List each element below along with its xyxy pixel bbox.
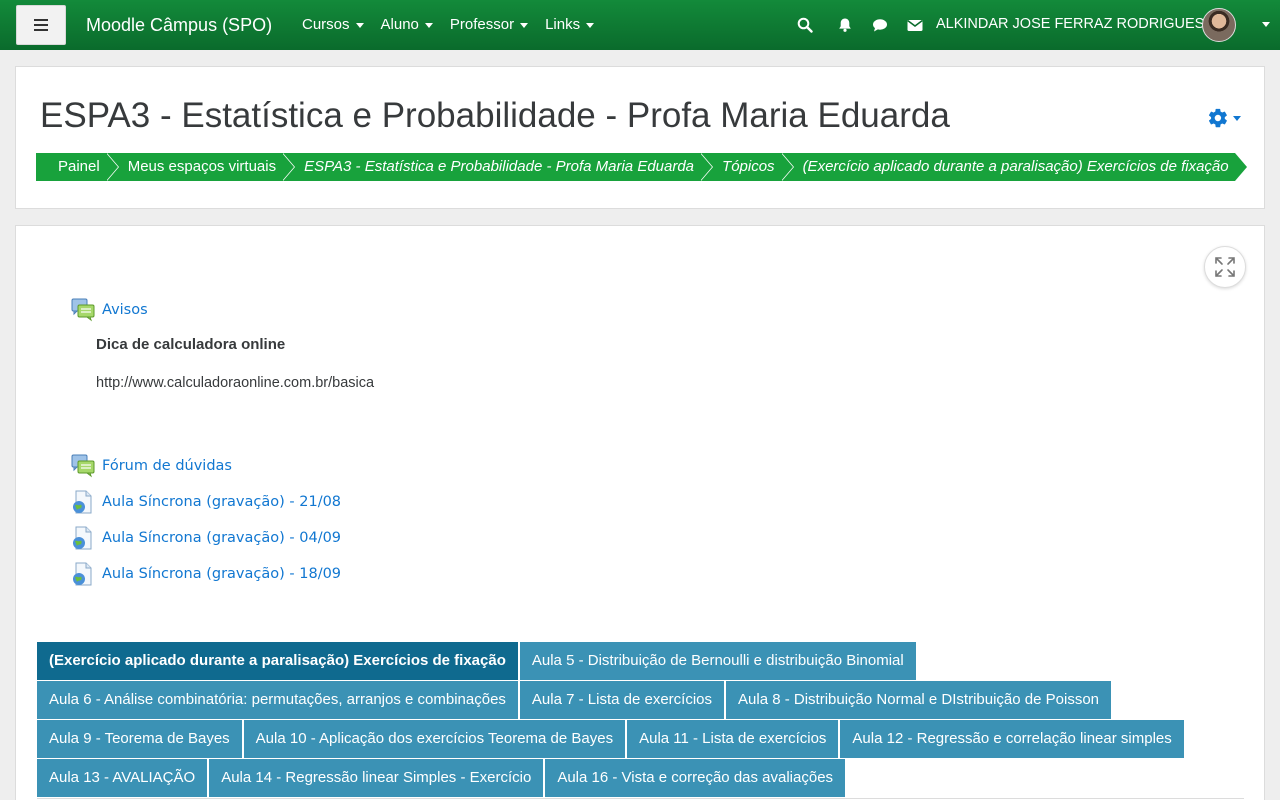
caret-down-icon (424, 22, 433, 28)
breadcrumb-item-painel[interactable]: Painel (36, 153, 119, 181)
tabs-divider (37, 798, 1244, 799)
tab-row: (Exercício aplicado durante a paralisaçã… (37, 642, 1247, 680)
course-content: Avisos Dica de calculadora online http:/… (15, 225, 1265, 800)
messages-bubble-icon[interactable] (871, 16, 889, 34)
avisos-link[interactable]: Avisos (102, 301, 148, 319)
forum-icon (71, 454, 95, 478)
section-tabs: (Exercício aplicado durante a paralisaçã… (37, 642, 1247, 798)
caret-down-icon (1233, 115, 1241, 121)
tab-row: Aula 13 - AVALIAÇÃO Aula 14 - Regressão … (37, 759, 1247, 797)
tab-section-aula-5[interactable]: Aula 5 - Distribuição de Bernoulli e dis… (519, 642, 916, 680)
top-navbar: Moodle Câmpus (SPO) Cursos Aluno Profess… (0, 0, 1280, 50)
tab-section-aula-16[interactable]: Aula 16 - Vista e correção das avaliaçõe… (545, 759, 846, 797)
menu-label: Professor (449, 16, 515, 33)
menu-label: Aluno (380, 16, 419, 33)
menu-cursos[interactable]: Cursos (302, 16, 364, 34)
caret-down-icon (520, 22, 529, 28)
post-title: Dica de calculadora online (96, 336, 286, 353)
gear-icon (1208, 108, 1227, 128)
tab-row: Aula 6 - Análise combinatória: permutaçõ… (37, 681, 1247, 719)
breadcrumb: Painel Meus espaços virtuais ESPA3 - Est… (36, 153, 1247, 181)
url-globe-icon (73, 562, 92, 586)
tab-section-aula-6[interactable]: Aula 6 - Análise combinatória: permutaçõ… (37, 681, 518, 719)
tab-section-aula-8[interactable]: Aula 8 - Distribuição Normal e DIstribui… (726, 681, 1112, 719)
activity-avisos: Avisos (71, 298, 148, 322)
activity-url-resource: Aula Síncrona (gravação) - 04/09 (71, 526, 341, 550)
tab-section-aula-13[interactable]: Aula 13 - AVALIAÇÃO (37, 759, 208, 797)
caret-down-icon (355, 22, 364, 28)
expand-icon (1215, 257, 1235, 277)
tab-section-aula-7[interactable]: Aula 7 - Lista de exercícios (519, 681, 725, 719)
tab-section-exercicios-fixacao[interactable]: (Exercício aplicado durante a paralisaçã… (37, 642, 518, 680)
aula-sincrona-link[interactable]: Aula Síncrona (gravação) - 21/08 (102, 493, 341, 511)
post-url-text: http://www.calculadoraonline.com.br/basi… (96, 375, 375, 391)
notifications-bell-icon[interactable] (836, 16, 854, 34)
search-icon[interactable] (796, 16, 814, 34)
menu-professor[interactable]: Professor (449, 16, 529, 34)
user-menu-caret-icon[interactable] (1262, 22, 1270, 27)
tab-section-aula-14[interactable]: Aula 14 - Regressão linear Simples - Exe… (209, 759, 544, 797)
envelope-icon[interactable] (906, 16, 924, 34)
menu-label: Links (545, 16, 581, 33)
tab-row: Aula 9 - Teorema de Bayes Aula 10 - Apli… (37, 720, 1247, 758)
main-menu: Cursos Aluno Professor Links (302, 16, 611, 34)
forum-link[interactable]: Fórum de dúvidas (102, 457, 232, 475)
activity-forum: Fórum de dúvidas (71, 454, 232, 478)
menu-links[interactable]: Links (545, 16, 595, 34)
forum-icon (71, 298, 95, 322)
navbar-actions (796, 0, 924, 50)
tab-section-aula-10[interactable]: Aula 10 - Aplicação dos exercícios Teore… (243, 720, 626, 758)
activity-url-resource: Aula Síncrona (gravação) - 18/09 (71, 562, 341, 586)
menu-aluno[interactable]: Aluno (381, 16, 433, 34)
tab-section-aula-12[interactable]: Aula 12 - Regressão e correlação linear … (840, 720, 1184, 758)
user-menu-name[interactable]: ALKINDAR JOSE FERRAZ RODRIGUES (936, 15, 1204, 33)
fullscreen-toggle-button[interactable] (1204, 246, 1246, 288)
course-settings-menu[interactable] (1207, 107, 1241, 129)
activity-url-resource: Aula Síncrona (gravação) - 21/08 (71, 490, 341, 514)
aula-sincrona-link[interactable]: Aula Síncrona (gravação) - 18/09 (102, 565, 341, 583)
tab-section-aula-9[interactable]: Aula 9 - Teorema de Bayes (37, 720, 242, 758)
url-globe-icon (73, 526, 92, 550)
page-title: ESPA3 - Estatística e Probabilidade - Pr… (40, 96, 950, 135)
menu-label: Cursos (302, 16, 350, 33)
page-header: ESPA3 - Estatística e Probabilidade - Pr… (15, 66, 1265, 209)
aula-sincrona-link[interactable]: Aula Síncrona (gravação) - 04/09 (102, 529, 341, 547)
breadcrumb-item-course[interactable]: ESPA3 - Estatística e Probabilidade - Pr… (282, 153, 713, 181)
hamburger-menu-icon (34, 19, 48, 31)
tab-section-aula-11[interactable]: Aula 11 - Lista de exercícios (627, 720, 839, 758)
user-avatar[interactable] (1202, 8, 1236, 42)
caret-down-icon (586, 22, 595, 28)
site-brand-link[interactable]: Moodle Câmpus (SPO) (86, 14, 272, 36)
nav-drawer-toggle-button[interactable] (16, 5, 66, 45)
url-globe-icon (73, 490, 92, 514)
breadcrumb-item-current-section[interactable]: (Exercício aplicado durante a paralisaçã… (780, 153, 1247, 181)
breadcrumb-item-meus-espacos[interactable]: Meus espaços virtuais (105, 153, 296, 181)
